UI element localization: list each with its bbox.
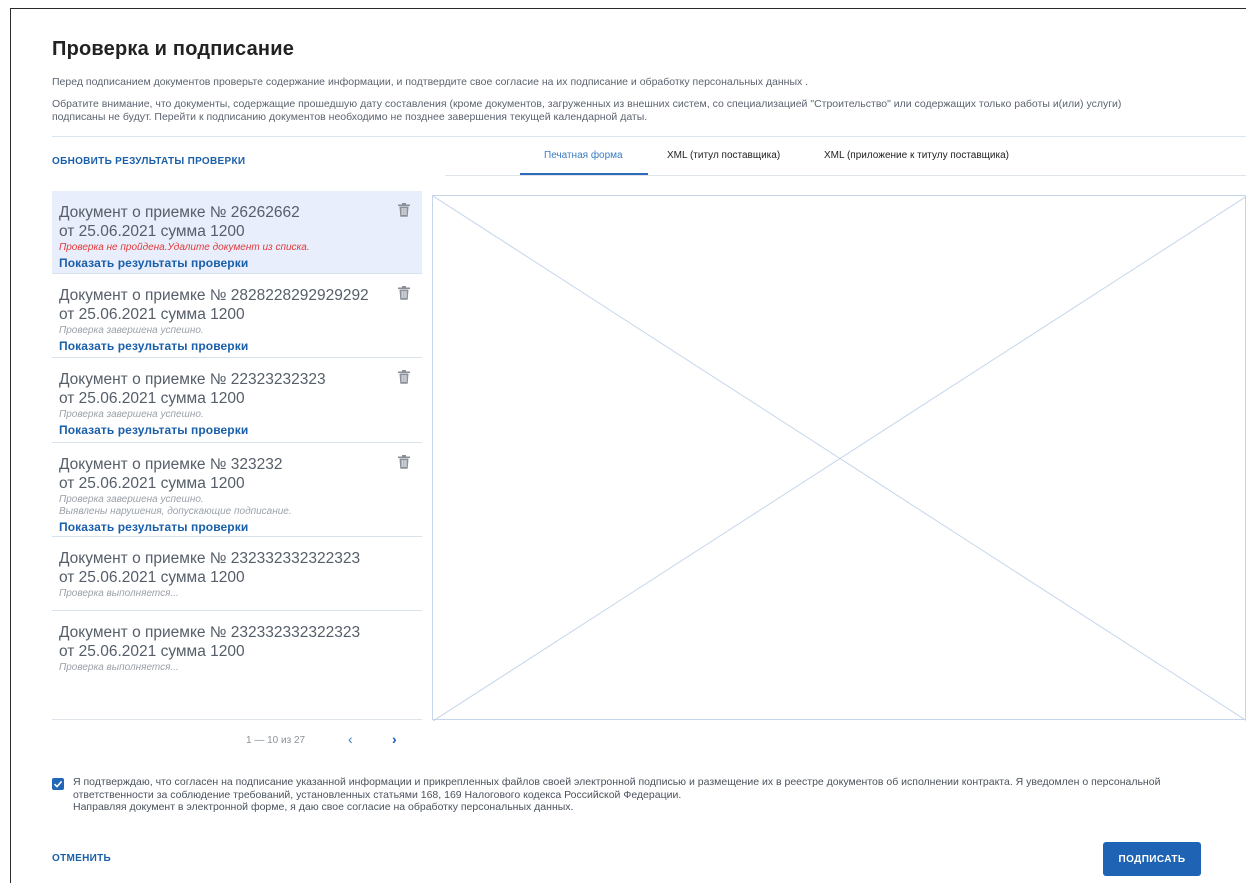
document-status: Проверка завершена успешно.: [59, 494, 204, 505]
document-item[interactable]: Документ о приемке № 22323232323 от 25.0…: [52, 358, 422, 443]
document-title: Документ о приемке № 232332332322323: [59, 550, 361, 567]
trash-icon[interactable]: [398, 455, 410, 469]
show-results-link[interactable]: Показать результаты проверки: [59, 519, 386, 535]
tab-xml-supplier-title[interactable]: XML (титул поставщика): [667, 150, 780, 161]
consent-checkbox[interactable]: [52, 778, 64, 790]
document-status: Проверка завершена успешно.: [59, 409, 204, 420]
document-preview: [432, 195, 1246, 721]
chevron-left-icon[interactable]: ‹: [348, 731, 353, 747]
document-date-sum: от 25.06.2021 сумма 1200: [59, 223, 245, 240]
trash-icon[interactable]: [398, 286, 410, 300]
tab-print-form[interactable]: Печатная форма: [544, 150, 623, 161]
page-title: Проверка и подписание: [52, 38, 295, 60]
document-item[interactable]: Документ о приемке № 232332332322323 от …: [52, 611, 422, 685]
trash-icon[interactable]: [398, 370, 410, 384]
active-tab-indicator: [520, 173, 648, 175]
sign-button[interactable]: ПОДПИСАТЬ: [1103, 842, 1201, 876]
document-title: Документ о приемке № 22323232323: [59, 371, 326, 388]
show-results-link[interactable]: Показать результаты проверки: [59, 338, 386, 354]
page-description: Перед подписанием документов проверьте с…: [52, 76, 809, 88]
document-date-sum: от 25.06.2021 сумма 1200: [59, 475, 245, 492]
trash-icon[interactable]: [398, 203, 410, 217]
chevron-right-icon[interactable]: ›: [392, 731, 397, 747]
document-item[interactable]: Документ о приемке № 323232 от 25.06.202…: [52, 443, 422, 537]
consent-statement: Я подтверждаю, что согласен на подписани…: [73, 776, 1161, 801]
consent-text: Я подтверждаю, что согласен на подписани…: [73, 776, 1233, 814]
consent-personal-data: Направляя документ в электронной форме, …: [73, 801, 574, 813]
list-divider: [52, 719, 422, 720]
document-status: Проверка не пройдена.Удалите документ из…: [59, 242, 310, 253]
document-status-extra: Выявлены нарушения, допускающие подписан…: [59, 506, 292, 517]
document-date-sum: от 25.06.2021 сумма 1200: [59, 569, 245, 586]
document-title: Документ о приемке № 2828228292929292: [59, 287, 369, 304]
document-item[interactable]: Документ о приемке № 2828228292929292 от…: [52, 274, 422, 358]
document-status: Проверка выполняется...: [59, 588, 179, 599]
document-date-sum: от 25.06.2021 сумма 1200: [59, 306, 245, 323]
pagination-range: 1 — 10 из 27: [246, 735, 306, 746]
check-icon: [53, 780, 63, 788]
document-status: Проверка завершена успешно.: [59, 325, 204, 336]
preview-tabs: Печатная форма XML (титул поставщика) XM…: [445, 140, 1246, 176]
document-date-sum: от 25.06.2021 сумма 1200: [59, 643, 245, 660]
cancel-button[interactable]: ОТМЕНИТЬ: [52, 853, 111, 864]
document-item[interactable]: Документ о приемке № 232332332322323 от …: [52, 537, 422, 611]
tab-xml-supplier-appendix[interactable]: XML (приложение к титулу поставщика): [824, 150, 1009, 161]
document-status: Проверка выполняется...: [59, 662, 179, 673]
header-divider: [52, 136, 1246, 137]
document-title: Документ о приемке № 323232: [59, 456, 283, 473]
show-results-link[interactable]: Показать результаты проверки: [59, 255, 386, 271]
show-results-link[interactable]: Показать результаты проверки: [59, 422, 386, 438]
document-title: Документ о приемке № 232332332322323: [59, 624, 361, 641]
refresh-results-button[interactable]: ОБНОВИТЬ РЕЗУЛЬТАТЫ ПРОВЕРКИ: [52, 156, 245, 167]
document-title: Документ о приемке № 26262662: [59, 204, 300, 221]
page-notice: Обратите внимание, что документы, содерж…: [52, 98, 1122, 123]
placeholder-cross: [433, 196, 1246, 721]
document-list: Документ о приемке № 26262662 от 25.06.2…: [52, 191, 422, 685]
document-date-sum: от 25.06.2021 сумма 1200: [59, 390, 245, 407]
document-item[interactable]: Документ о приемке № 26262662 от 25.06.2…: [52, 191, 422, 274]
